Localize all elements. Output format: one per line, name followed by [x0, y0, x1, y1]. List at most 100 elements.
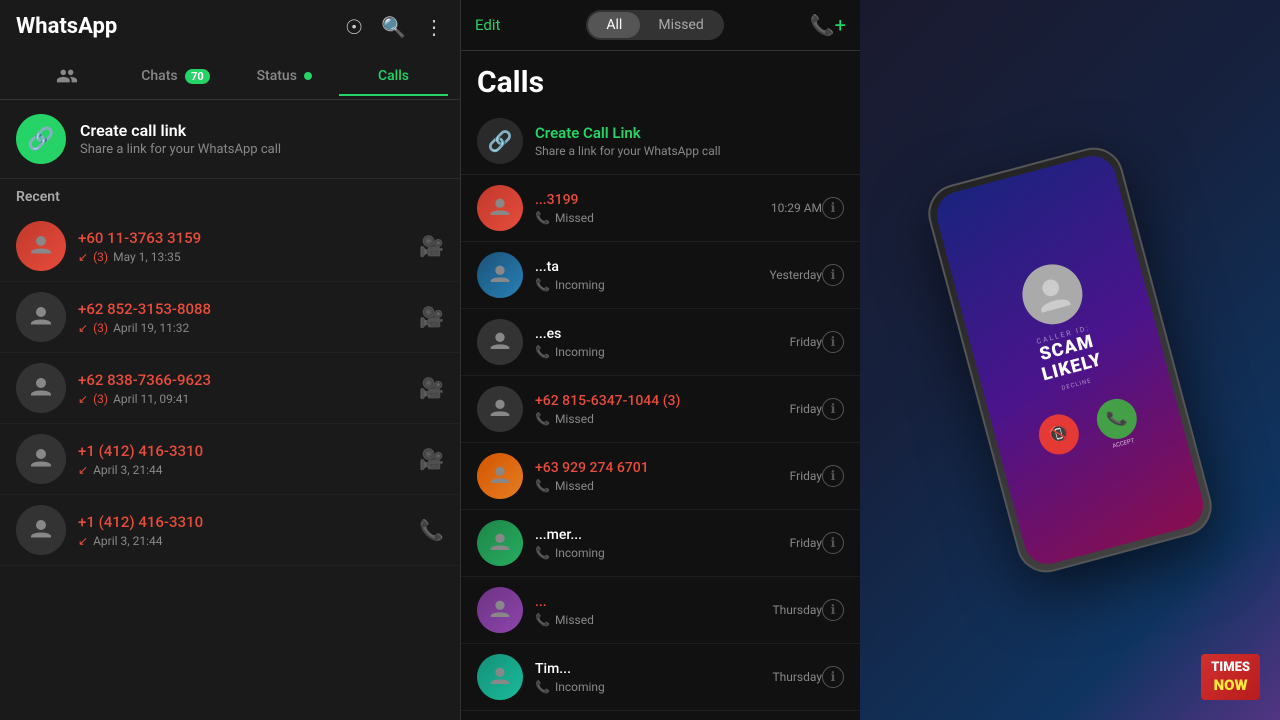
- tab-status[interactable]: Status: [230, 56, 339, 96]
- missed-arrow-icon: ↙: [78, 321, 88, 335]
- center-call-info: ...es 📞 Incoming: [535, 326, 790, 359]
- missed-arrow-icon: ↙: [78, 534, 88, 548]
- call-count: (3): [93, 250, 108, 264]
- call-date: Friday: [790, 469, 822, 483]
- accept-button[interactable]: 📞: [1092, 394, 1141, 443]
- list-item[interactable]: ...3199 📞 Missed 10:29 AM ℹ: [461, 175, 860, 242]
- info-button[interactable]: ℹ: [822, 465, 844, 487]
- tab-people[interactable]: [12, 53, 121, 99]
- create-call-title: Create Call Link: [535, 124, 721, 142]
- avatar: [477, 185, 523, 231]
- video-call-icon[interactable]: 🎥: [419, 305, 444, 329]
- search-icon[interactable]: 🔍: [381, 15, 406, 39]
- call-info: +1 (412) 416-3310 ↙ April 3, 21:44: [78, 442, 419, 477]
- center-call-info: ...3199 📞 Missed: [535, 192, 771, 225]
- call-date: May 1, 13:35: [113, 250, 181, 264]
- times-label: TIMES: [1211, 660, 1250, 676]
- avatar: [16, 505, 66, 555]
- link-icon: 🔗: [16, 114, 66, 164]
- avatar: [477, 654, 523, 700]
- missed-arrow-icon: ↙: [78, 392, 88, 406]
- list-item[interactable]: Tim... 📞 Incoming Thursday ℹ: [461, 644, 860, 711]
- caller-avatar: [1016, 258, 1089, 331]
- call-info: +62 852-3153-8088 ↙ (3) April 19, 11:32: [78, 300, 419, 335]
- call-number: +1 (412) 416-3310: [78, 442, 419, 460]
- avatar: [477, 319, 523, 365]
- tab-calls[interactable]: Calls: [339, 56, 448, 96]
- call-meta: 📞 Incoming: [535, 546, 790, 560]
- create-link-title: Create call link: [80, 121, 281, 140]
- call-buttons: 📵 📞 ACCEPT: [1034, 394, 1143, 467]
- list-item[interactable]: +62 815-6347-1044 (3) 📞 Missed Friday ℹ: [461, 376, 860, 443]
- left-panel: WhatsApp ☉ 🔍 ⋮ Chats 70 Status Calls 🔗 C…: [0, 0, 460, 720]
- call-meta: ↙ (3) May 1, 13:35: [78, 250, 419, 264]
- phone-call-icon[interactable]: 📞: [419, 518, 444, 542]
- info-button[interactable]: ℹ: [822, 264, 844, 286]
- new-call-icon[interactable]: 📞+: [810, 13, 846, 37]
- filter-all-tab[interactable]: All: [588, 12, 640, 38]
- edit-button[interactable]: Edit: [475, 16, 500, 34]
- create-link-subtitle: Share a link for your WhatsApp call: [80, 142, 281, 157]
- call-meta: 📞 Missed: [535, 211, 771, 225]
- call-name: ...: [535, 594, 772, 610]
- call-meta: 📞 Missed: [535, 479, 790, 493]
- call-type: Missed: [555, 479, 594, 493]
- decline-button[interactable]: 📵: [1034, 410, 1083, 459]
- info-button[interactable]: ℹ: [822, 666, 844, 688]
- nav-tabs: Chats 70 Status Calls: [0, 53, 460, 100]
- list-item[interactable]: +62 852-3153-8088 ↙ (3) April 19, 11:32 …: [0, 282, 460, 353]
- call-type: Missed: [555, 613, 594, 627]
- video-call-icon[interactable]: 🎥: [419, 376, 444, 400]
- list-item[interactable]: ... 📞 Missed Thursday ℹ: [461, 577, 860, 644]
- create-link-text: Create call link Share a link for your W…: [80, 121, 281, 157]
- phone-icon: 📞: [535, 680, 550, 694]
- call-number: +60 11-3763 3159: [78, 229, 419, 247]
- list-item[interactable]: +60 11-3763 3159 ↙ (3) May 1, 13:35 🎥: [0, 211, 460, 282]
- now-label: NOW: [1211, 676, 1250, 694]
- call-number: +62 852-3153-8088: [78, 300, 419, 318]
- list-item[interactable]: +62 838-7366-9623 ↙ (3) April 11, 09:41 …: [0, 353, 460, 424]
- list-item[interactable]: +1 (412) 416-3310 ↙ April 3, 21:44 📞: [0, 495, 460, 566]
- app-title: WhatsApp: [16, 14, 117, 39]
- call-name: +63 929 274 6701: [535, 460, 790, 476]
- call-date: Friday: [790, 335, 822, 349]
- center-call-info: ...mer... 📞 Incoming: [535, 527, 790, 560]
- list-item[interactable]: ...mer... 📞 Incoming Friday ℹ: [461, 510, 860, 577]
- center-call-info: +63 929 274 6701 📞 Missed: [535, 460, 790, 493]
- header-icons: ☉ 🔍 ⋮: [345, 15, 444, 39]
- info-button[interactable]: ℹ: [822, 398, 844, 420]
- call-meta: ↙ April 3, 21:44: [78, 463, 419, 477]
- info-button[interactable]: ℹ: [822, 331, 844, 353]
- list-item[interactable]: ...es 📞 Incoming Friday ℹ: [461, 309, 860, 376]
- list-item[interactable]: ...ta 📞 Incoming Yesterday ℹ: [461, 242, 860, 309]
- avatar: [477, 587, 523, 633]
- info-button[interactable]: ℹ: [822, 599, 844, 621]
- video-call-icon[interactable]: 🎥: [419, 447, 444, 471]
- calls-title: Calls: [461, 51, 860, 108]
- chats-badge: 70: [185, 69, 210, 84]
- call-date: Yesterday: [769, 268, 822, 282]
- create-call-link-row[interactable]: 🔗 Create Call Link Share a link for your…: [461, 108, 860, 175]
- call-name: +62 815-6347-1044 (3): [535, 393, 790, 409]
- avatar: [16, 292, 66, 342]
- avatar: [477, 520, 523, 566]
- avatar: [477, 386, 523, 432]
- call-name: ...3199: [535, 192, 771, 208]
- phone-screen: CALLER ID: SCAMLIKELY DECLINE 📵 📞 ACCEPT: [931, 151, 1208, 570]
- filter-missed-tab[interactable]: Missed: [640, 12, 721, 38]
- more-options-icon[interactable]: ⋮: [424, 15, 444, 39]
- video-call-icon[interactable]: 🎥: [419, 234, 444, 258]
- info-button[interactable]: ℹ: [822, 197, 844, 219]
- avatar: [477, 252, 523, 298]
- list-item[interactable]: +63 929 274 6701 📞 Missed Friday ℹ: [461, 443, 860, 510]
- info-button[interactable]: ℹ: [822, 532, 844, 554]
- list-item[interactable]: ... 📞 Missed Thursday ℹ: [461, 711, 860, 720]
- camera-icon[interactable]: ☉: [345, 15, 363, 39]
- call-list: +60 11-3763 3159 ↙ (3) May 1, 13:35 🎥 +6…: [0, 211, 460, 720]
- create-call-link-item[interactable]: 🔗 Create call link Share a link for your…: [0, 100, 460, 179]
- avatar: [16, 434, 66, 484]
- list-item[interactable]: +1 (412) 416-3310 ↙ April 3, 21:44 🎥: [0, 424, 460, 495]
- call-info: +60 11-3763 3159 ↙ (3) May 1, 13:35: [78, 229, 419, 264]
- tab-chats[interactable]: Chats 70: [121, 56, 230, 96]
- call-date: April 19, 11:32: [113, 321, 189, 335]
